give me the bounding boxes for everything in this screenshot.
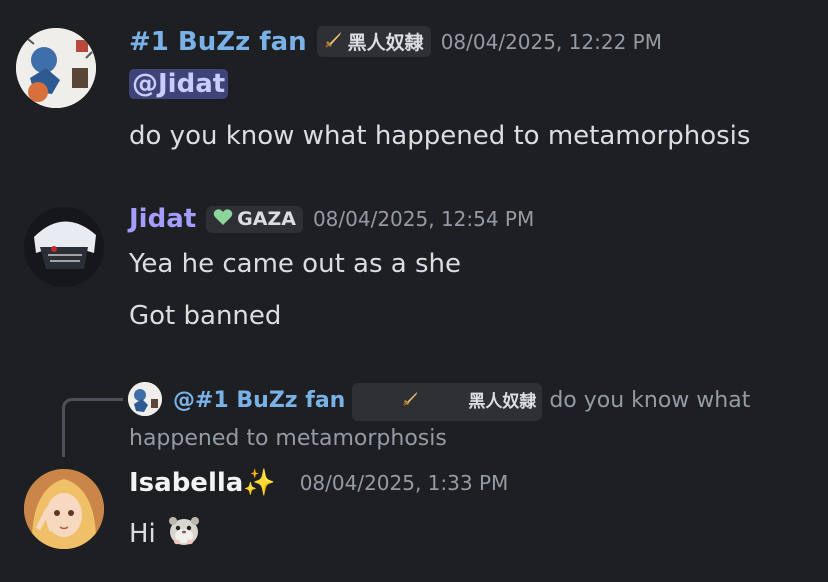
jidat-avatar-icon <box>24 207 104 287</box>
timestamp: 08/04/2025, 1:33 PM <box>299 471 509 495</box>
avatar-buzz-fan[interactable] <box>16 28 96 108</box>
buzz-fan-avatar-icon <box>16 28 96 108</box>
timestamp: 08/04/2025, 12:54 PM <box>312 207 535 231</box>
message-text: Hi <box>129 518 156 549</box>
avatar-jidat[interactable] <box>24 207 104 287</box>
message-line: Got banned <box>129 301 282 331</box>
author-name-text: Isabella <box>129 468 244 498</box>
message-line: Hi <box>129 512 202 555</box>
message-line: Yea he came out as a she <box>129 249 461 279</box>
message-line: @Jidat <box>129 69 229 99</box>
author-name[interactable]: Jidat <box>129 204 196 234</box>
role-tag[interactable]: 黑人奴隸 <box>316 26 431 57</box>
role-tag-text: GAZA <box>237 208 296 230</box>
hamster-emoji-icon <box>166 512 202 555</box>
author-name[interactable]: Isabella✨ <box>129 468 276 498</box>
reply-connector <box>62 398 123 457</box>
sparkles-icon: ✨ <box>243 468 276 498</box>
avatar-isabella[interactable] <box>24 469 104 549</box>
reply-preview[interactable]: @#1 BuZz fan 黑人奴隸 do you know what happe… <box>129 383 769 457</box>
isabella-avatar-icon <box>24 469 104 549</box>
role-tag-text: 黑人奴隸 <box>468 392 537 412</box>
reply-role-tag: 黑人奴隸 <box>352 383 543 421</box>
reply-author[interactable]: @#1 BuZz fan <box>173 388 345 413</box>
author-name[interactable]: #1 BuZz fan <box>129 27 307 57</box>
sword-icon <box>324 29 344 54</box>
green-heart-icon <box>213 208 233 231</box>
timestamp: 08/04/2025, 12:22 PM <box>440 29 662 54</box>
message-line: do you know what happened to metamorphos… <box>129 121 751 151</box>
user-mention[interactable]: @Jidat <box>129 69 229 99</box>
role-tag[interactable]: GAZA <box>206 205 303 233</box>
role-tag-text: 黑人奴隸 <box>347 32 424 54</box>
sword-icon <box>358 384 420 420</box>
